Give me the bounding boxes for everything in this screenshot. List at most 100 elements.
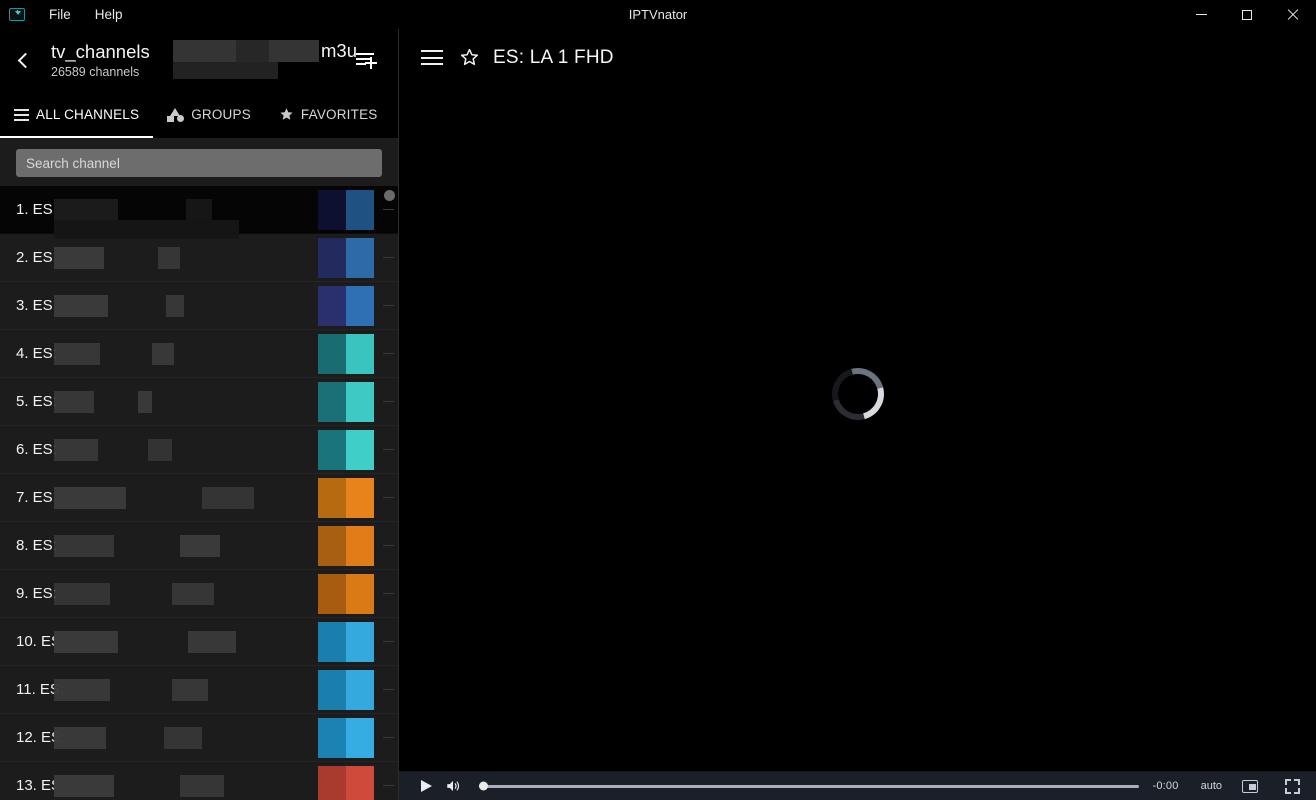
redaction-bar bbox=[54, 426, 172, 474]
row-divider bbox=[383, 209, 394, 210]
row-divider bbox=[383, 497, 394, 498]
play-button[interactable] bbox=[411, 772, 439, 800]
channel-logo bbox=[318, 190, 374, 230]
menubar: File Help bbox=[37, 3, 135, 27]
redaction-bar bbox=[54, 666, 208, 714]
tab-all-channels-label: ALL CHANNELS bbox=[36, 107, 139, 122]
channel-logo bbox=[318, 718, 374, 758]
channel-list-item[interactable]: 5. ES: bbox=[0, 378, 398, 426]
close-icon bbox=[1287, 9, 1299, 21]
close-button[interactable] bbox=[1270, 0, 1316, 29]
row-divider bbox=[383, 641, 394, 642]
channel-logo bbox=[318, 670, 374, 710]
quality-selector[interactable]: auto bbox=[1201, 780, 1222, 792]
redaction-bar bbox=[54, 282, 184, 330]
row-divider bbox=[383, 785, 394, 786]
channel-logo bbox=[318, 430, 374, 470]
row-divider bbox=[383, 353, 394, 354]
channel-list-item[interactable]: 9. ES: bbox=[0, 570, 398, 618]
redaction-bar bbox=[54, 570, 214, 618]
search-input[interactable] bbox=[16, 149, 382, 177]
seek-bar[interactable] bbox=[479, 772, 1139, 800]
channel-list-item[interactable]: 11. ES: bbox=[0, 666, 398, 714]
volume-icon bbox=[445, 779, 461, 793]
seek-handle[interactable] bbox=[479, 782, 488, 791]
star-icon bbox=[279, 107, 294, 122]
redaction-bar bbox=[54, 522, 220, 570]
redaction-bar bbox=[54, 330, 174, 378]
redaction-bar bbox=[54, 474, 254, 522]
maximize-button[interactable] bbox=[1224, 0, 1270, 29]
channel-list-item[interactable]: 2. ES: bbox=[0, 234, 398, 282]
redaction-bar bbox=[54, 220, 239, 239]
channel-logo bbox=[318, 238, 374, 278]
add-playlist-button[interactable] bbox=[346, 40, 386, 80]
channel-label: 6. ES: bbox=[16, 441, 57, 458]
channel-list-item[interactable]: 6. ES: bbox=[0, 426, 398, 474]
channel-list-item[interactable]: 10. ES: bbox=[0, 618, 398, 666]
minimize-button[interactable] bbox=[1178, 0, 1224, 29]
row-divider bbox=[383, 689, 394, 690]
menu-file[interactable]: File bbox=[37, 3, 83, 27]
channel-list-item[interactable]: 13. ES: bbox=[0, 762, 398, 800]
play-icon bbox=[421, 780, 432, 792]
playlist-add-icon bbox=[356, 52, 376, 68]
seek-track bbox=[479, 785, 1139, 788]
maximize-icon bbox=[1242, 10, 1252, 20]
redaction-bar bbox=[54, 378, 152, 426]
picture-in-picture-icon bbox=[1242, 780, 1258, 793]
tab-groups-label: GROUPS bbox=[191, 107, 251, 122]
channel-label: 9. ES: bbox=[16, 585, 57, 602]
channel-list-item[interactable]: 3. ES: bbox=[0, 282, 398, 330]
channel-label: 3. ES: bbox=[16, 297, 57, 314]
channel-label: 2. ES: bbox=[16, 249, 57, 266]
channel-list[interactable]: 1. ES: 2. ES: 3. ES: 4. ES: 5. ES: 6. ES: 7. E… bbox=[0, 186, 398, 800]
back-button[interactable] bbox=[6, 43, 40, 77]
redaction-bar bbox=[173, 62, 278, 79]
channel-logo bbox=[318, 526, 374, 566]
channel-list-item[interactable]: 4. ES: bbox=[0, 330, 398, 378]
tab-all-channels[interactable]: ALL CHANNELS bbox=[0, 91, 153, 138]
channel-logo bbox=[318, 766, 374, 800]
fullscreen-icon bbox=[1285, 779, 1300, 794]
star-outline-icon[interactable] bbox=[459, 47, 480, 68]
sidebar-tabs: ALL CHANNELS GROUPS FAVORITES bbox=[0, 91, 398, 139]
redaction-bar bbox=[54, 714, 202, 762]
tab-favorites[interactable]: FAVORITES bbox=[265, 91, 392, 138]
titlebar: File Help IPTVnator bbox=[0, 0, 1316, 29]
menu-help[interactable]: Help bbox=[83, 3, 135, 27]
channel-list-item[interactable]: 8. ES: bbox=[0, 522, 398, 570]
hamburger-icon[interactable] bbox=[421, 50, 443, 65]
redaction-bar bbox=[54, 234, 180, 282]
main-body: tv_channels 26589 channels m3u ALL CHANN… bbox=[0, 29, 1316, 800]
minimize-icon bbox=[1196, 14, 1207, 15]
playlist-header: tv_channels 26589 channels m3u bbox=[0, 29, 398, 91]
channel-logo bbox=[318, 334, 374, 374]
channel-list-item[interactable]: 12. ES: bbox=[0, 714, 398, 762]
time-remaining: -0:00 bbox=[1153, 780, 1179, 792]
channel-label: 4. ES: bbox=[16, 345, 57, 362]
channel-logo bbox=[318, 382, 374, 422]
row-divider bbox=[383, 593, 394, 594]
tab-groups[interactable]: GROUPS bbox=[153, 91, 265, 138]
tv-download-icon bbox=[9, 7, 25, 23]
channel-label: 1. ES: bbox=[16, 201, 57, 218]
channel-logo bbox=[318, 622, 374, 662]
row-divider bbox=[383, 737, 394, 738]
fullscreen-button[interactable] bbox=[1278, 772, 1306, 800]
volume-button[interactable] bbox=[439, 772, 467, 800]
playlist-info: tv_channels 26589 channels m3u bbox=[40, 41, 346, 80]
channel-logo bbox=[318, 574, 374, 614]
channel-label: 5. ES: bbox=[16, 393, 57, 410]
sidebar: tv_channels 26589 channels m3u ALL CHANN… bbox=[0, 29, 399, 800]
picture-in-picture-button[interactable] bbox=[1236, 772, 1264, 800]
list-scrollbar-thumb[interactable] bbox=[384, 190, 395, 201]
redaction-bar bbox=[54, 762, 224, 800]
channel-label: 8. ES: bbox=[16, 537, 57, 554]
channel-logo bbox=[318, 478, 374, 518]
channel-list-item[interactable]: 7. ES: bbox=[0, 474, 398, 522]
chevron-left-icon bbox=[17, 52, 33, 68]
player-panel: ES: LA 1 FHD -0:00 auto bbox=[399, 29, 1316, 800]
player-channel-title: ES: LA 1 FHD bbox=[493, 47, 614, 69]
video-surface[interactable] bbox=[399, 86, 1316, 771]
